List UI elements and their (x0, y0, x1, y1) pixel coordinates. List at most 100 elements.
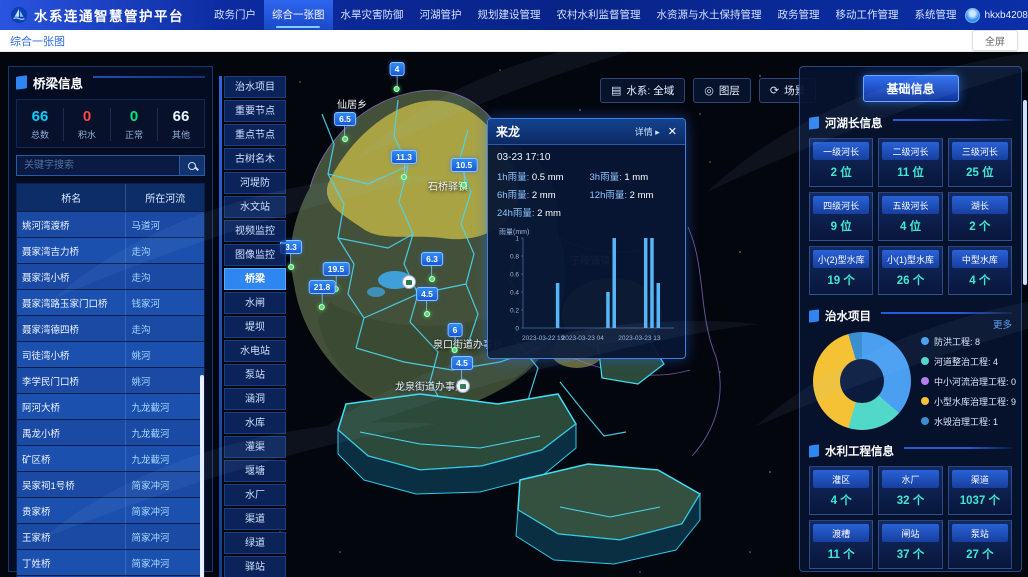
bridge-name-cell: 贵家桥 (17, 498, 125, 523)
table-row[interactable]: 司徒湾小桥姚河 (17, 341, 204, 367)
basic-info-panel: 基础信息 河湖长信息 一级河长2 位二级河长11 位三级河长25 位四级河长9 … (799, 66, 1022, 572)
bridge-name-cell: 聂家湾吉力桥 (17, 238, 125, 263)
engineering-card-value: 4 个 (813, 488, 869, 511)
table-row[interactable]: 禹龙小桥九龙截河 (17, 419, 204, 445)
layer-item-6[interactable]: 视频监控 (224, 220, 286, 242)
table-row[interactable]: 聂家湾路玉家门口桥钱家河 (17, 289, 204, 315)
map-layer-menu: 治水项目重要节点重点节点古树名木河堤防水文站视频监控图像监控桥梁水闸堤坝水电站泵… (224, 76, 286, 577)
chief-card-2: 三级河长25 位 (948, 138, 1012, 187)
layer-item-0[interactable]: 治水项目 (224, 76, 286, 98)
nav-tab-1[interactable]: 综合一张图 (264, 0, 333, 30)
map-marker[interactable]: 6 (448, 323, 463, 353)
river-name-cell: 九龙截河 (125, 446, 204, 471)
layer-item-4[interactable]: 河堤防 (224, 172, 286, 194)
arrow-right-icon: ▸ (655, 127, 660, 137)
stat-label: 积水 (64, 128, 110, 141)
map-tool-button-0[interactable]: ▤水系: 全域 (600, 78, 685, 103)
basic-info-button[interactable]: 基础信息 (863, 75, 959, 102)
table-body: 姚河湾渡桥马道河聂家湾吉力桥走沟聂家湾小桥走沟聂家湾路玉家门口桥钱家河聂家湾德四… (17, 211, 204, 577)
user-menu[interactable]: hkxb42080261 ▾ (965, 8, 1028, 23)
metric-value: 0.5 mm (532, 172, 564, 183)
layer-item-13[interactable]: 涵洞 (224, 388, 286, 410)
page-scrollbar[interactable] (1023, 100, 1027, 285)
layer-item-18[interactable]: 渠道 (224, 508, 286, 530)
marker-dot (424, 311, 430, 317)
app-logo-icon (10, 6, 28, 24)
layer-item-10[interactable]: 堤坝 (224, 316, 286, 338)
table-vertical-scrollbar[interactable] (200, 375, 204, 577)
rainfall-bar-chart: 雨量(mm)00.20.40.60.812023-03-22 192023-03… (497, 225, 678, 345)
map-marker[interactable]: 11.3 (391, 150, 417, 180)
table-row[interactable]: 王家桥简家冲河 (17, 523, 204, 549)
table-row[interactable]: 聂家湾小桥走沟 (17, 263, 204, 289)
nav-tab-8[interactable]: 移动工作管理 (828, 0, 907, 30)
rain-metric-4: 24h雨量: 2 mm (497, 205, 584, 219)
close-icon[interactable]: ✕ (668, 125, 677, 138)
nav-tab-2[interactable]: 水旱灾害防御 (333, 0, 412, 30)
nav-tab-4[interactable]: 规划建设管理 (470, 0, 549, 30)
table-row[interactable]: 贵家桥简家冲河 (17, 497, 204, 523)
legend-label: 水毁治理工程: 1 (934, 415, 998, 428)
map-marker[interactable]: 4.5 (416, 287, 438, 317)
layer-item-20[interactable]: 驿站 (224, 556, 286, 577)
camera-marker-icon[interactable] (402, 275, 416, 289)
layer-item-14[interactable]: 水库 (224, 412, 286, 434)
layer-item-3[interactable]: 古树名木 (224, 148, 286, 170)
svg-text:0.4: 0.4 (510, 290, 519, 297)
metric-label: 1h雨量: (497, 172, 532, 183)
nav-tab-0[interactable]: 政务门户 (206, 0, 264, 30)
rain-chart-container: 雨量(mm)00.20.40.60.812023-03-22 192023-03… (497, 225, 676, 350)
map-marker[interactable]: 21.8 (309, 280, 336, 310)
layer-item-11[interactable]: 水电站 (224, 340, 286, 362)
donut-chart (813, 332, 911, 430)
fullscreen-button[interactable]: 全屏 (972, 30, 1018, 51)
bridge-name-cell: 司徒湾小桥 (17, 342, 125, 367)
layer-item-1[interactable]: 重要节点 (224, 100, 286, 122)
search-input[interactable] (16, 155, 179, 176)
stat-label: 正常 (111, 128, 157, 141)
river-name-cell: 走沟 (125, 316, 204, 341)
nav-tab-5[interactable]: 农村水利监督管理 (549, 0, 649, 30)
layer-item-19[interactable]: 绿道 (224, 532, 286, 554)
detail-label: 详情 (635, 127, 653, 137)
nav-tab-7[interactable]: 政务管理 (770, 0, 828, 30)
layer-item-17[interactable]: 水厂 (224, 484, 286, 506)
layer-item-12[interactable]: 泵站 (224, 364, 286, 386)
more-link[interactable]: 更多 (993, 317, 1012, 331)
map-tool-button-1[interactable]: ◎图层 (693, 78, 751, 103)
map-marker[interactable]: 10.5 (451, 158, 478, 188)
map-marker[interactable]: 6.5 (334, 112, 356, 142)
layer-item-7[interactable]: 图像监控 (224, 244, 286, 266)
popup-detail-link[interactable]: 详情 ▸ (635, 125, 660, 138)
marker-dot (288, 264, 294, 270)
map-marker[interactable]: 4 (390, 62, 405, 92)
table-row[interactable]: 矿区桥九龙截河 (17, 445, 204, 471)
layer-item-16[interactable]: 堰塘 (224, 460, 286, 482)
table-row[interactable]: 聂家湾吉力桥走沟 (17, 237, 204, 263)
nav-tab-9[interactable]: 系统管理 (907, 0, 965, 30)
map-toolbar: ▤水系: 全域◎图层⟳场景 (600, 78, 816, 103)
section-chip-icon (809, 444, 819, 457)
table-row[interactable]: 姚河湾渡桥马道河 (17, 211, 204, 237)
marker-stem (403, 164, 404, 174)
layer-item-5[interactable]: 水文站 (224, 196, 286, 218)
table-row[interactable]: 阿河大桥九龙截河 (17, 393, 204, 419)
map-marker[interactable]: 6.3 (421, 252, 443, 282)
layer-item-15[interactable]: 灌渠 (224, 436, 286, 458)
camera-marker-icon[interactable] (456, 379, 470, 393)
table-row[interactable]: 聂家湾德四桥走沟 (17, 315, 204, 341)
nav-tab-6[interactable]: 水资源与水土保持管理 (649, 0, 770, 30)
rain-metric-1: 3h雨量: 1 mm (590, 169, 677, 183)
table-row[interactable]: 丁姓桥简家冲河 (17, 549, 204, 575)
search-button[interactable] (179, 155, 205, 176)
bridge-panel-title: 桥梁信息 (33, 73, 83, 92)
chief-card-label: 四级河长 (813, 196, 869, 214)
layer-item-2[interactable]: 重点节点 (224, 124, 286, 146)
layer-item-8[interactable]: 桥梁 (224, 268, 286, 290)
nav-tab-3[interactable]: 河湖管护 (412, 0, 470, 30)
table-header: 桥名 所在河流 (17, 184, 204, 211)
layer-item-9[interactable]: 水闸 (224, 292, 286, 314)
table-row[interactable]: 吴家祠1号桥简家冲河 (17, 471, 204, 497)
table-row[interactable]: 李学民门口桥姚河 (17, 367, 204, 393)
breadcrumb[interactable]: 综合一张图 (10, 33, 65, 49)
